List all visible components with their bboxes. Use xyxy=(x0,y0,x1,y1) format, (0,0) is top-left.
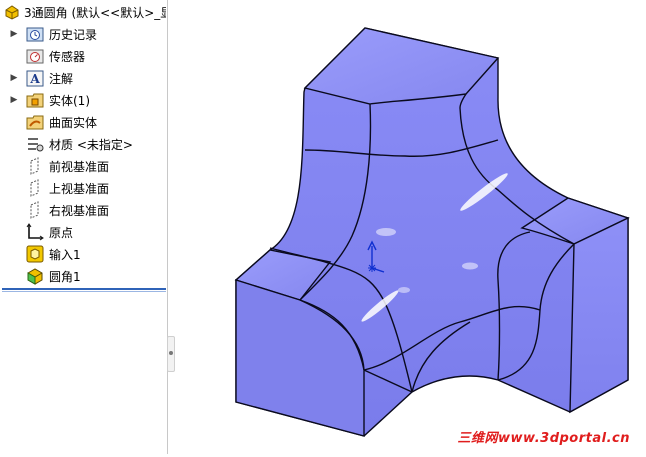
annotation-icon: A xyxy=(26,70,44,87)
tree-item-annotations[interactable]: ▶ A 注解 xyxy=(0,68,166,88)
surface-bodies-icon xyxy=(26,115,44,130)
material-icon xyxy=(28,138,44,152)
tree-item-history[interactable]: ▶ 历史记录 xyxy=(0,24,166,44)
tree-item-label: 曲面实体 xyxy=(49,115,98,130)
tree-item-origin[interactable]: ▶ 原点 xyxy=(0,222,166,242)
tree-item-label: 圆角1 xyxy=(49,269,81,284)
tree-item-label: 前视基准面 xyxy=(49,159,110,174)
tree-item-label: 历史记录 xyxy=(49,27,98,42)
imported-feature-icon xyxy=(26,245,44,263)
panel-splitter-handle[interactable] xyxy=(167,336,175,372)
tree-root-label: 3通圆角 (默认<<默认>_显 xyxy=(24,5,166,20)
history-icon xyxy=(26,27,44,42)
tree-item-label: 原点 xyxy=(49,225,74,240)
grip-dot-icon xyxy=(169,351,173,355)
svg-text:A: A xyxy=(29,72,40,86)
plane-icon xyxy=(30,157,39,175)
tree-item-solid-bodies[interactable]: ▶ 实体(1) xyxy=(0,90,166,110)
tree-item-top-plane[interactable]: ▶ 上视基准面 xyxy=(0,178,166,198)
graphics-area[interactable] xyxy=(175,0,646,454)
solid-bodies-icon xyxy=(26,93,44,108)
tree-item-label: 实体(1) xyxy=(49,93,90,108)
fillet-feature-icon xyxy=(27,268,43,285)
tree-item-material[interactable]: ▶ 材质 <未指定> xyxy=(0,134,166,154)
feature-manager-tree: 3通圆角 (默认<<默认>_显 ▶ 历史记录 ▶ 传感器 ▶ A 注解 ▶ xyxy=(0,0,168,454)
tree-item-label: 材质 <未指定> xyxy=(49,137,133,152)
tree-item-sensors[interactable]: ▶ 传感器 xyxy=(0,46,166,66)
tree-item-label: 注解 xyxy=(49,71,74,86)
sensor-icon xyxy=(26,49,44,64)
tree-item-right-plane[interactable]: ▶ 右视基准面 xyxy=(0,200,166,220)
tree-item-label: 上视基准面 xyxy=(49,181,110,196)
tree-item-surface-bodies[interactable]: ▶ 曲面实体 xyxy=(0,112,166,132)
origin-icon xyxy=(26,223,44,241)
expand-arrow-icon[interactable]: ▶ xyxy=(6,29,22,39)
expand-arrow-icon[interactable]: ▶ xyxy=(6,95,22,105)
tree-item-label: 传感器 xyxy=(49,49,86,64)
plane-icon xyxy=(30,179,39,197)
expand-arrow-icon[interactable]: ▶ xyxy=(6,73,22,83)
tree-root-part[interactable]: 3通圆角 (默认<<默认>_显 xyxy=(4,3,166,21)
watermark-text: 三维网www.3dportal.cn xyxy=(457,431,630,446)
tree-item-front-plane[interactable]: ▶ 前视基准面 xyxy=(0,156,166,176)
plane-icon xyxy=(30,201,39,219)
tree-item-fillet1[interactable]: ▶ 圆角1 xyxy=(0,266,166,286)
model-view[interactable] xyxy=(175,0,646,454)
model-right-end-face[interactable] xyxy=(569,216,629,414)
tree-item-import1[interactable]: ▶ 输入1 xyxy=(0,244,166,264)
tree-item-label: 右视基准面 xyxy=(49,203,110,218)
part-icon xyxy=(5,5,19,20)
rollback-bar[interactable] xyxy=(2,288,166,290)
rollback-bar-shadow xyxy=(2,291,166,292)
tree-item-label: 输入1 xyxy=(49,247,81,262)
